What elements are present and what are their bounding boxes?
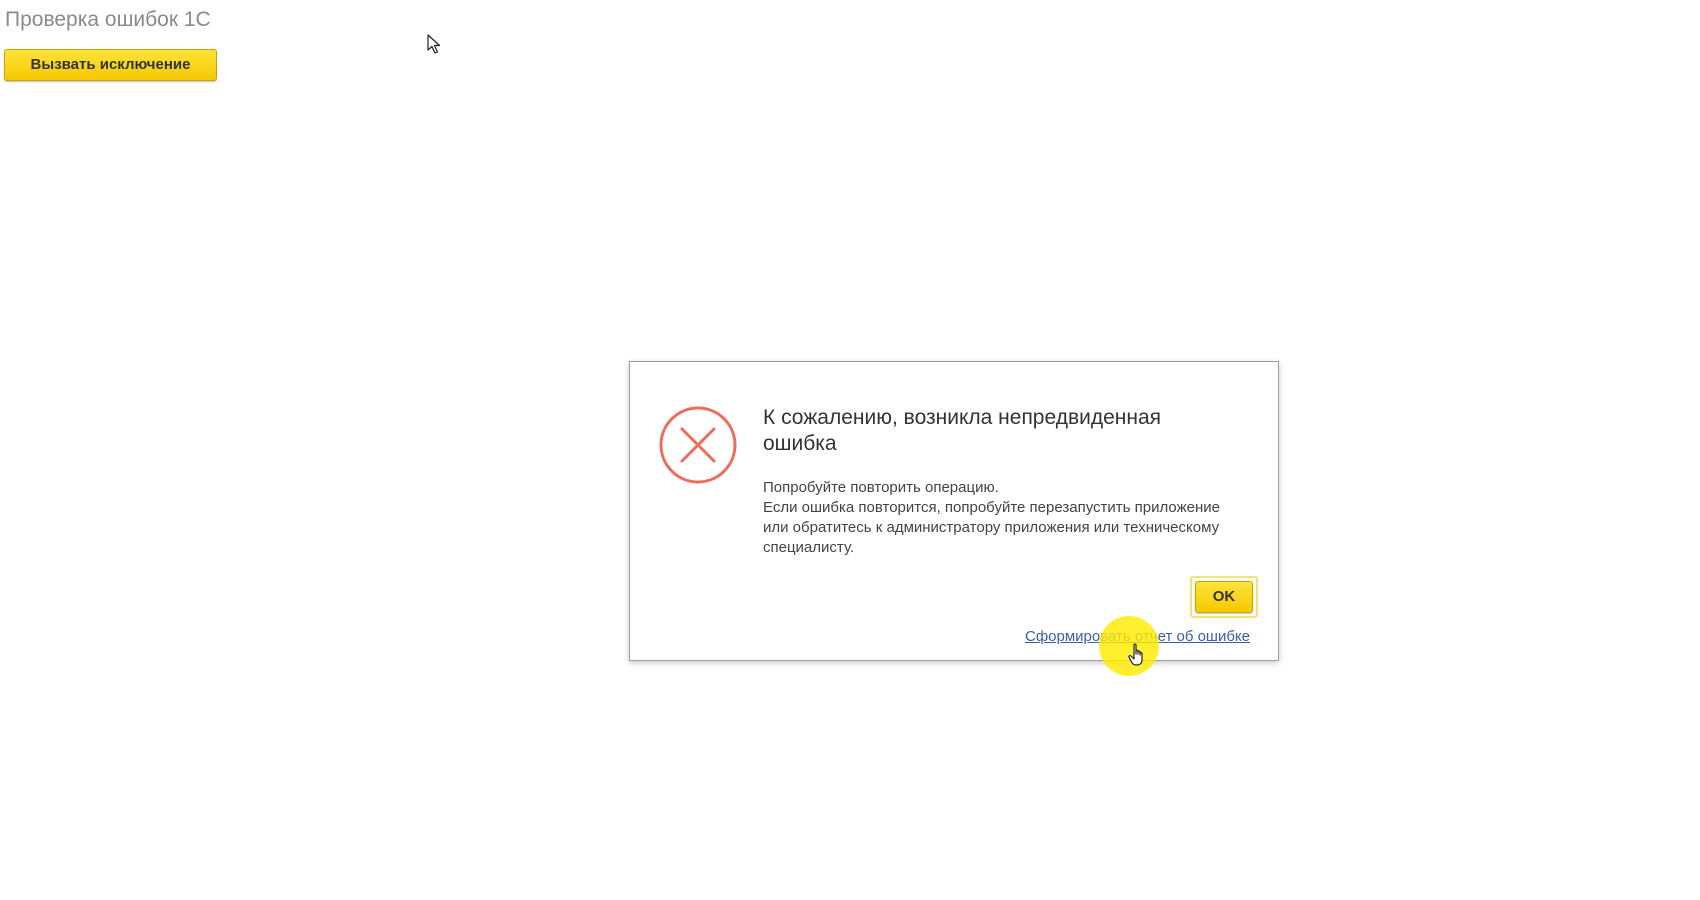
page: Проверка ошибок 1С Вызвать исключение К …: [0, 0, 1700, 900]
arrow-cursor-icon: [427, 34, 441, 54]
message-line: Если ошибка повторится, попробуйте перез…: [763, 499, 1220, 516]
ok-button[interactable]: OK: [1195, 581, 1253, 613]
dialog-heading: К сожалению, возникла непредвиденная оши…: [763, 406, 1162, 455]
page-title: Проверка ошибок 1С: [5, 8, 211, 31]
dialog-message: Попробуйте повторить операцию. Если ошиб…: [763, 478, 1263, 558]
message-line: или обратитесь к администратору приложен…: [763, 519, 1220, 536]
message-line: Попробуйте повторить операцию.: [763, 479, 999, 496]
raise-exception-button[interactable]: Вызвать исключение: [4, 49, 217, 81]
error-dialog: К сожалению, возникла непредвиденная оши…: [629, 361, 1279, 661]
ok-button-focus-ring: OK: [1190, 576, 1258, 618]
generate-error-report-link[interactable]: Сформировать отчет об ошибке: [1025, 628, 1250, 645]
message-line: специалисту.: [763, 539, 855, 556]
error-circle-x-icon: [659, 406, 737, 484]
